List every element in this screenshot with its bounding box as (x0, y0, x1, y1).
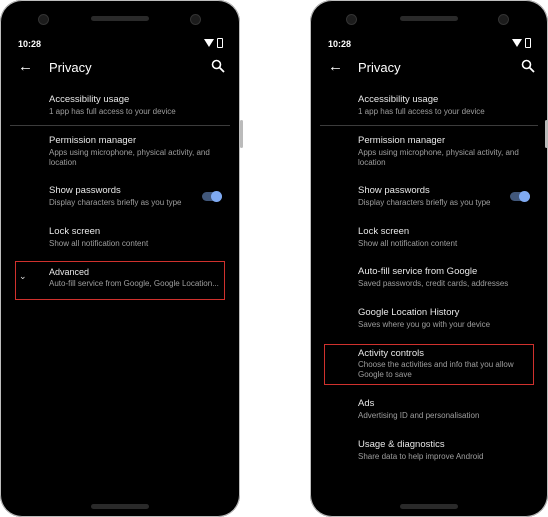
left-phone-screen: 10:28 ← Privacy Accessibility usage 1 ap… (0, 0, 240, 517)
page-title: Privacy (49, 60, 92, 75)
list-item-usage-diagnostics[interactable]: Usage & diagnostics Share data to help i… (310, 439, 548, 469)
item-title: Lock screen (358, 226, 410, 237)
item-subtitle: Show all notification content (358, 239, 458, 248)
earpiece-speaker (91, 16, 149, 21)
status-icons (512, 37, 531, 48)
page-title: Privacy (358, 60, 401, 75)
item-subtitle: 1 app has full access to your device (49, 107, 176, 116)
item-title: Permission manager (358, 135, 446, 146)
item-subtitle: Saved passwords, credit cards, addresses (358, 279, 509, 288)
item-title: Accessibility usage (49, 94, 130, 105)
item-subtitle: Advertising ID and personalisation (358, 411, 480, 420)
home-indicator[interactable] (91, 504, 149, 509)
item-title: Show passwords (49, 185, 121, 196)
status-icons (204, 37, 223, 48)
item-subtitle: 1 app has full access to your device (358, 107, 485, 116)
item-title: Ads (358, 398, 375, 409)
list-item-autofill-service[interactable]: Auto-fill service from Google Saved pass… (310, 266, 548, 296)
side-button (240, 120, 243, 148)
list-item-show-passwords[interactable]: Show passwords Display characters briefl… (0, 185, 240, 215)
battery-icon (217, 37, 223, 48)
back-arrow-icon[interactable]: ← (18, 58, 33, 75)
list-item-advanced[interactable]: ⌄ Advanced Auto-fill service from Google… (0, 267, 240, 297)
wifi-icon (512, 38, 522, 47)
item-subtitle: Choose the activities and info that you … (358, 360, 514, 379)
list-item-permission-manager[interactable]: Permission manager Apps using microphone… (310, 135, 548, 171)
list-item-accessibility-usage[interactable]: Accessibility usage 1 app has full acces… (0, 94, 240, 124)
item-subtitle: Apps using microphone, physical activity… (358, 148, 519, 167)
list-item-activity-controls[interactable]: Activity controls Choose the activities … (310, 348, 548, 382)
item-title: Permission manager (49, 135, 137, 146)
item-subtitle: Apps using microphone, physical activity… (49, 148, 210, 167)
item-title: Lock screen (49, 226, 101, 237)
list-item-ads[interactable]: Ads Advertising ID and personalisation (310, 398, 548, 428)
item-title: Auto-fill service from Google (358, 266, 478, 277)
item-subtitle: Share data to help improve Android (358, 452, 484, 461)
status-time: 10:28 (328, 39, 352, 49)
list-item-lock-screen[interactable]: Lock screen Show all notification conten… (0, 226, 240, 256)
toggle-thumb (519, 191, 530, 202)
item-title: Activity controls (358, 348, 424, 359)
status-time: 10:28 (18, 39, 42, 49)
divider (320, 125, 538, 126)
toggle-thumb (211, 191, 222, 202)
list-item-location-history[interactable]: Google Location History Saves where you … (310, 307, 548, 337)
item-title: Advanced (49, 267, 90, 277)
list-item-permission-manager[interactable]: Permission manager Apps using microphone… (0, 135, 240, 171)
item-title: Google Location History (358, 307, 460, 318)
item-subtitle: Saves where you go with your device (358, 320, 491, 329)
wifi-icon (204, 38, 214, 47)
chevron-down-icon: ⌄ (19, 271, 27, 281)
item-subtitle: Display characters briefly as you type (358, 198, 491, 207)
item-subtitle: Show all notification content (49, 239, 149, 248)
sensor (190, 14, 201, 25)
right-phone-screen: 10:28 ← Privacy Accessibility usage 1 ap… (310, 0, 548, 517)
front-camera (38, 14, 49, 25)
search-icon[interactable] (521, 59, 535, 73)
list-item-lock-screen[interactable]: Lock screen Show all notification conten… (310, 226, 548, 256)
home-indicator[interactable] (400, 504, 458, 509)
item-subtitle: Display characters briefly as you type (49, 198, 182, 207)
item-title: Show passwords (358, 185, 430, 196)
sensor (498, 14, 509, 25)
earpiece-speaker (400, 16, 458, 21)
front-camera (346, 14, 357, 25)
battery-icon (525, 37, 531, 48)
back-arrow-icon[interactable]: ← (328, 58, 343, 75)
divider (10, 125, 230, 126)
item-title: Accessibility usage (358, 94, 439, 105)
item-subtitle: Auto-fill service from Google, Google Lo… (49, 279, 219, 288)
list-item-show-passwords[interactable]: Show passwords Display characters briefl… (310, 185, 548, 215)
list-item-accessibility-usage[interactable]: Accessibility usage 1 app has full acces… (310, 94, 548, 124)
item-title: Usage & diagnostics (358, 439, 445, 450)
search-icon[interactable] (211, 59, 225, 73)
